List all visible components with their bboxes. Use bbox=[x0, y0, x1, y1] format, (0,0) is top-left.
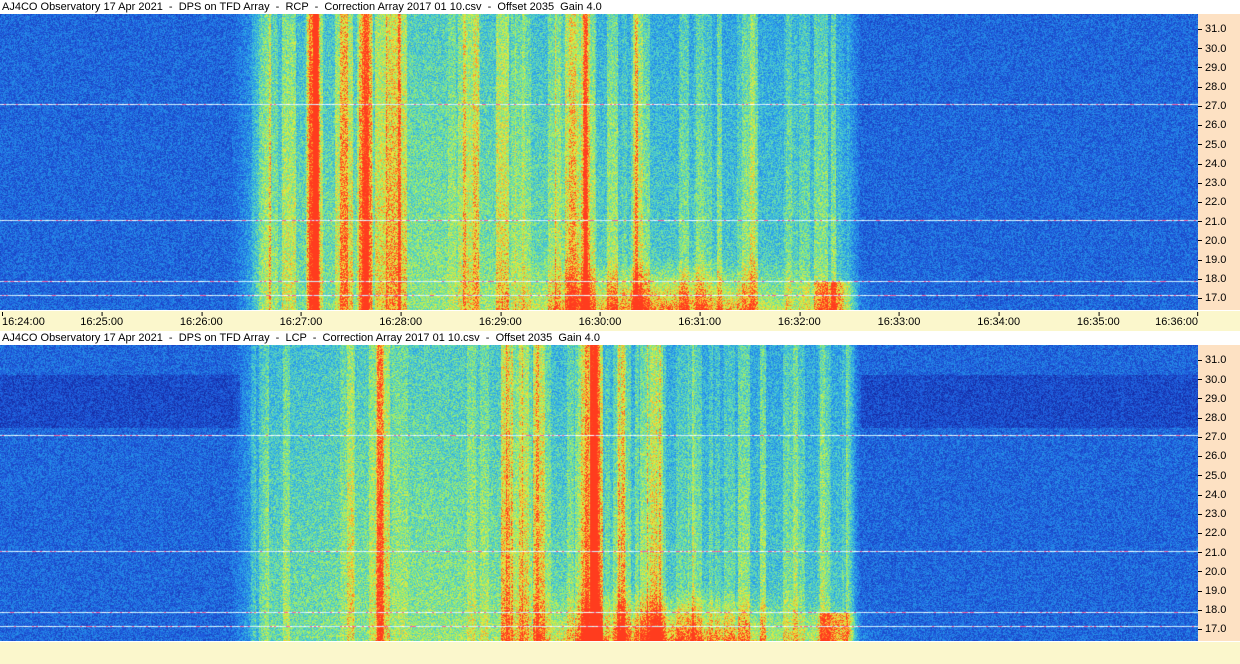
bottom-bar bbox=[0, 642, 1240, 664]
frequency-tick: 24.0 bbox=[1198, 158, 1226, 170]
time-tick: 16:33:00 bbox=[877, 312, 921, 328]
spectrogram-panel-lcp: AJ4CO Observatory 17 Apr 2021 - DPS on T… bbox=[0, 331, 1240, 642]
frequency-tick: 18.0 bbox=[1198, 604, 1226, 616]
frequency-tick: 20.0 bbox=[1198, 235, 1226, 247]
frequency-tick: 26.0 bbox=[1198, 450, 1226, 462]
frequency-tick: 21.0 bbox=[1198, 547, 1226, 559]
frequency-tick: 24.0 bbox=[1198, 489, 1226, 501]
frequency-tick: 31.0 bbox=[1198, 23, 1226, 35]
time-tick: 16:31:00 bbox=[678, 312, 722, 328]
spectrogram-panel-rcp: AJ4CO Observatory 17 Apr 2021 - DPS on T… bbox=[0, 0, 1240, 311]
time-tick: 16:30:00 bbox=[578, 312, 622, 328]
frequency-tick: 17.0 bbox=[1198, 292, 1226, 304]
frequency-tick: 30.0 bbox=[1198, 43, 1226, 55]
frequency-axis-rcp: 31.0 30.0 29.0 28.0 27.0 26.0 25.0 24.0 23.0 22.0… bbox=[1198, 14, 1240, 310]
frequency-tick: 27.0 bbox=[1198, 431, 1226, 443]
time-tick: 16:32:00 bbox=[777, 312, 821, 328]
frequency-tick: 28.0 bbox=[1198, 412, 1226, 424]
time-tick: 16:34:00 bbox=[977, 312, 1021, 328]
time-tick: 16:36:00 bbox=[1155, 312, 1198, 328]
frequency-tick: 26.0 bbox=[1198, 119, 1226, 131]
time-tick: 16:25:00 bbox=[80, 312, 124, 328]
time-tick: 16:24:00 bbox=[2, 312, 45, 328]
frequency-tick: 20.0 bbox=[1198, 566, 1226, 578]
panel-title-lcp: AJ4CO Observatory 17 Apr 2021 - DPS on T… bbox=[0, 331, 1240, 345]
frequency-tick: 19.0 bbox=[1198, 254, 1226, 266]
panel-title-rcp: AJ4CO Observatory 17 Apr 2021 - DPS on T… bbox=[0, 0, 1240, 14]
frequency-axis-lcp: 31.0 30.0 29.0 28.0 27.0 26.0 25.0 24.0 23.0 22.0… bbox=[1198, 345, 1240, 641]
frequency-tick: 23.0 bbox=[1198, 177, 1226, 189]
time-tick: 16:29:00 bbox=[478, 312, 522, 328]
frequency-tick: 22.0 bbox=[1198, 527, 1226, 539]
frequency-tick: 22.0 bbox=[1198, 196, 1226, 208]
spectrogram-lcp[interactable] bbox=[0, 345, 1198, 641]
frequency-tick: 28.0 bbox=[1198, 81, 1226, 93]
frequency-tick: 25.0 bbox=[1198, 139, 1226, 151]
frequency-tick: 17.0 bbox=[1198, 623, 1226, 635]
frequency-tick: 21.0 bbox=[1198, 216, 1226, 228]
frequency-tick: 18.0 bbox=[1198, 273, 1226, 285]
time-tick: 16:28:00 bbox=[379, 312, 423, 328]
frequency-tick: 23.0 bbox=[1198, 508, 1226, 520]
frequency-tick: 29.0 bbox=[1198, 62, 1226, 74]
frequency-tick: 30.0 bbox=[1198, 374, 1226, 386]
frequency-tick: 25.0 bbox=[1198, 470, 1226, 482]
time-tick: 16:26:00 bbox=[179, 312, 223, 328]
frequency-tick: 29.0 bbox=[1198, 393, 1226, 405]
time-tick: 16:35:00 bbox=[1076, 312, 1120, 328]
frequency-tick: 27.0 bbox=[1198, 100, 1226, 112]
time-tick: 16:27:00 bbox=[279, 312, 323, 328]
spectrogram-rcp[interactable] bbox=[0, 14, 1198, 310]
frequency-tick: 31.0 bbox=[1198, 354, 1226, 366]
frequency-tick: 19.0 bbox=[1198, 585, 1226, 597]
time-axis: 16:24:00 16:25:00 16:26:00 16:27:00 16:28:00… bbox=[0, 311, 1240, 331]
